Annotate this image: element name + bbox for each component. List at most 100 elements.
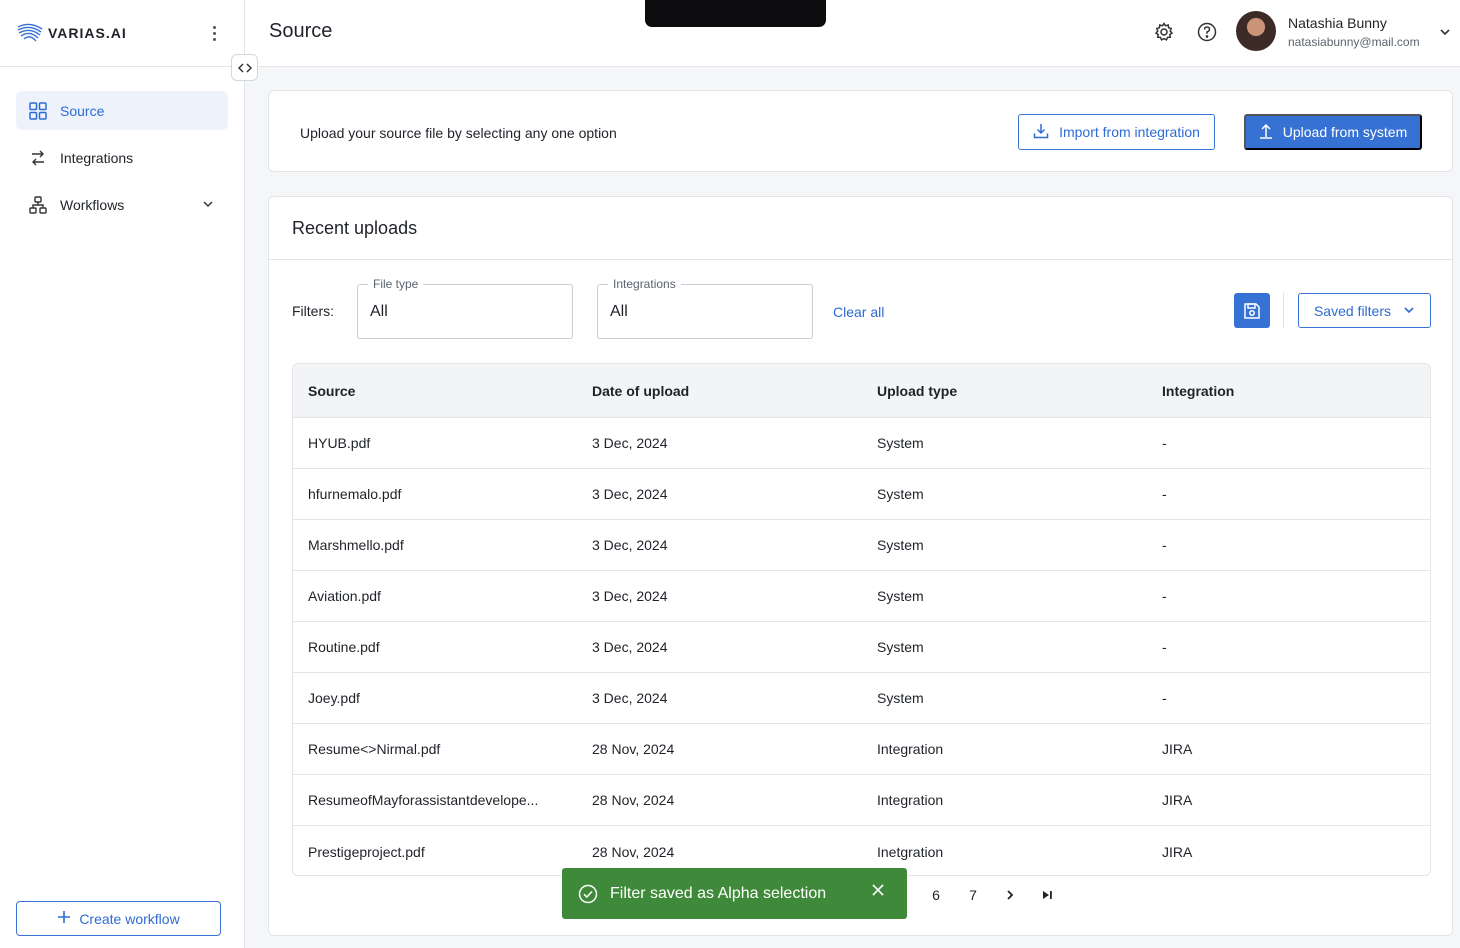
gear-icon[interactable] [1153, 21, 1175, 43]
table-row[interactable]: Aviation.pdf 3 Dec, 2024 System - [293, 571, 1430, 622]
file-type-legend: File type [368, 277, 424, 291]
chevron-down-icon[interactable] [202, 197, 214, 213]
upload-from-system-button[interactable]: Upload from system [1244, 114, 1422, 150]
sidebar-item-label: Workflows [60, 196, 125, 213]
file-type-select[interactable]: File type All [357, 277, 573, 339]
logo-mark-icon [17, 23, 43, 42]
arrows-exchange-icon [28, 148, 48, 168]
cell-integration: JIRA [1162, 741, 1193, 757]
toast-notification: Filter saved as Alpha selection [562, 868, 907, 919]
table-row[interactable]: Joey.pdf 3 Dec, 2024 System - [293, 673, 1430, 724]
table-row[interactable]: hfurnemalo.pdf 3 Dec, 2024 System - [293, 469, 1430, 520]
cell-integration: - [1162, 690, 1167, 706]
sidebar-item-integrations[interactable]: Integrations [16, 138, 228, 177]
cell-integration: - [1162, 486, 1167, 502]
cell-date: 3 Dec, 2024 [592, 435, 668, 451]
more-options-icon[interactable] [210, 22, 218, 44]
floppy-disk-icon [1244, 302, 1260, 319]
integrations-legend: Integrations [608, 277, 681, 291]
recent-uploads-card: Recent uploads Filters: File type All In… [268, 196, 1453, 936]
cell-source: HYUB.pdf [308, 435, 371, 451]
page-6-button[interactable]: 6 [924, 883, 948, 907]
upload-card: Upload your source file by selecting any… [268, 90, 1453, 172]
integrations-value: All [610, 303, 628, 320]
integrations-select[interactable]: Integrations All [597, 277, 813, 339]
cell-upload-type: System [877, 588, 924, 604]
cell-date: 3 Dec, 2024 [592, 588, 668, 604]
page-7-button[interactable]: 7 [961, 883, 985, 907]
column-header-source[interactable]: Source [293, 383, 577, 399]
cell-date: 3 Dec, 2024 [592, 639, 668, 655]
cell-upload-type: System [877, 639, 924, 655]
page-title: Source [269, 20, 333, 42]
table-row[interactable]: Resume<>Nirmal.pdf 28 Nov, 2024 Integrat… [293, 724, 1430, 775]
cell-upload-type: System [877, 486, 924, 502]
download-icon [1033, 123, 1049, 142]
chevron-down-icon[interactable] [1438, 25, 1452, 44]
cell-date: 3 Dec, 2024 [592, 690, 668, 706]
column-header-upload-type[interactable]: Upload type [862, 383, 1147, 399]
cell-upload-type: System [877, 537, 924, 553]
save-filter-button[interactable] [1234, 293, 1270, 328]
cell-integration: - [1162, 588, 1167, 604]
cell-source: Resume<>Nirmal.pdf [308, 741, 441, 757]
table-header-row: Source Date of upload Upload type Integr… [293, 364, 1430, 418]
cell-date: 28 Nov, 2024 [592, 843, 675, 860]
cell-integration: - [1162, 537, 1167, 553]
sidebar-item-workflows[interactable]: Workflows [16, 185, 228, 224]
cell-upload-type: System [877, 690, 924, 706]
clear-all-link[interactable]: Clear all [833, 304, 884, 320]
saved-filters-dropdown[interactable]: Saved filters [1298, 293, 1431, 328]
column-header-integration[interactable]: Integration [1147, 383, 1430, 399]
cell-source: Routine.pdf [308, 639, 380, 655]
cell-date: 28 Nov, 2024 [592, 792, 675, 808]
avatar[interactable] [1236, 11, 1276, 51]
plus-icon [57, 910, 71, 927]
cell-upload-type: System [877, 435, 924, 451]
sidebar-item-label: Source [60, 102, 105, 119]
sidebar-item-source[interactable]: Source [16, 91, 228, 130]
file-type-value: All [370, 303, 388, 320]
cell-source: Marshmello.pdf [308, 537, 404, 553]
toolbar-divider [1283, 293, 1284, 328]
logo-text: VARIAS.AI [48, 25, 127, 41]
check-circle-icon [578, 884, 598, 904]
create-workflow-button[interactable]: Create workflow [16, 901, 221, 936]
cell-source: Prestigeproject.pdf [308, 843, 425, 860]
recent-uploads-title: Recent uploads [269, 197, 1452, 260]
user-name: Natashia Bunny [1288, 15, 1387, 31]
workflow-icon [28, 195, 48, 215]
collapse-sidebar-button[interactable] [231, 54, 258, 81]
table-row[interactable]: HYUB.pdf 3 Dec, 2024 System - [293, 418, 1430, 469]
top-header: Source Natashia Bunny natasiabunny@mail.… [245, 0, 1460, 67]
sidebar: VARIAS.AI Source Integrations Workflows … [0, 0, 245, 948]
cell-source: ResumeofMayforassistantdevelope... [308, 792, 539, 808]
table-row[interactable]: Marshmello.pdf 3 Dec, 2024 System - [293, 520, 1430, 571]
import-from-integration-button[interactable]: Import from integration [1018, 114, 1215, 150]
sidebar-item-label: Integrations [60, 149, 134, 166]
user-email: natasiabunny@mail.com [1288, 35, 1420, 49]
close-icon[interactable] [871, 883, 885, 897]
cell-integration: JIRA [1162, 792, 1193, 808]
grid-icon [28, 101, 48, 121]
next-page-icon[interactable] [998, 883, 1022, 907]
upload-icon [1259, 123, 1273, 142]
cell-date: 3 Dec, 2024 [592, 486, 668, 502]
code-arrows-icon [237, 62, 252, 73]
chevron-down-icon [1403, 303, 1415, 319]
column-header-date[interactable]: Date of upload [577, 383, 862, 399]
sidebar-nav: Source Integrations Workflows [0, 67, 244, 256]
logo[interactable]: VARIAS.AI [16, 21, 127, 45]
last-page-icon[interactable] [1035, 883, 1059, 907]
logo-row: VARIAS.AI [0, 0, 244, 67]
cell-upload-type: Inetgration [877, 843, 944, 860]
table-row[interactable]: ResumeofMayforassistantdevelope... 28 No… [293, 775, 1430, 826]
upload-prompt: Upload your source file by selecting any… [300, 125, 617, 141]
saved-filters-label: Saved filters [1313, 302, 1392, 319]
help-icon[interactable] [1196, 21, 1218, 43]
cell-integration: JIRA [1162, 843, 1193, 860]
camera-notch [645, 0, 826, 27]
table-row[interactable]: Routine.pdf 3 Dec, 2024 System - [293, 622, 1430, 673]
cell-integration: - [1162, 435, 1167, 451]
cell-upload-type: Integration [877, 741, 944, 757]
